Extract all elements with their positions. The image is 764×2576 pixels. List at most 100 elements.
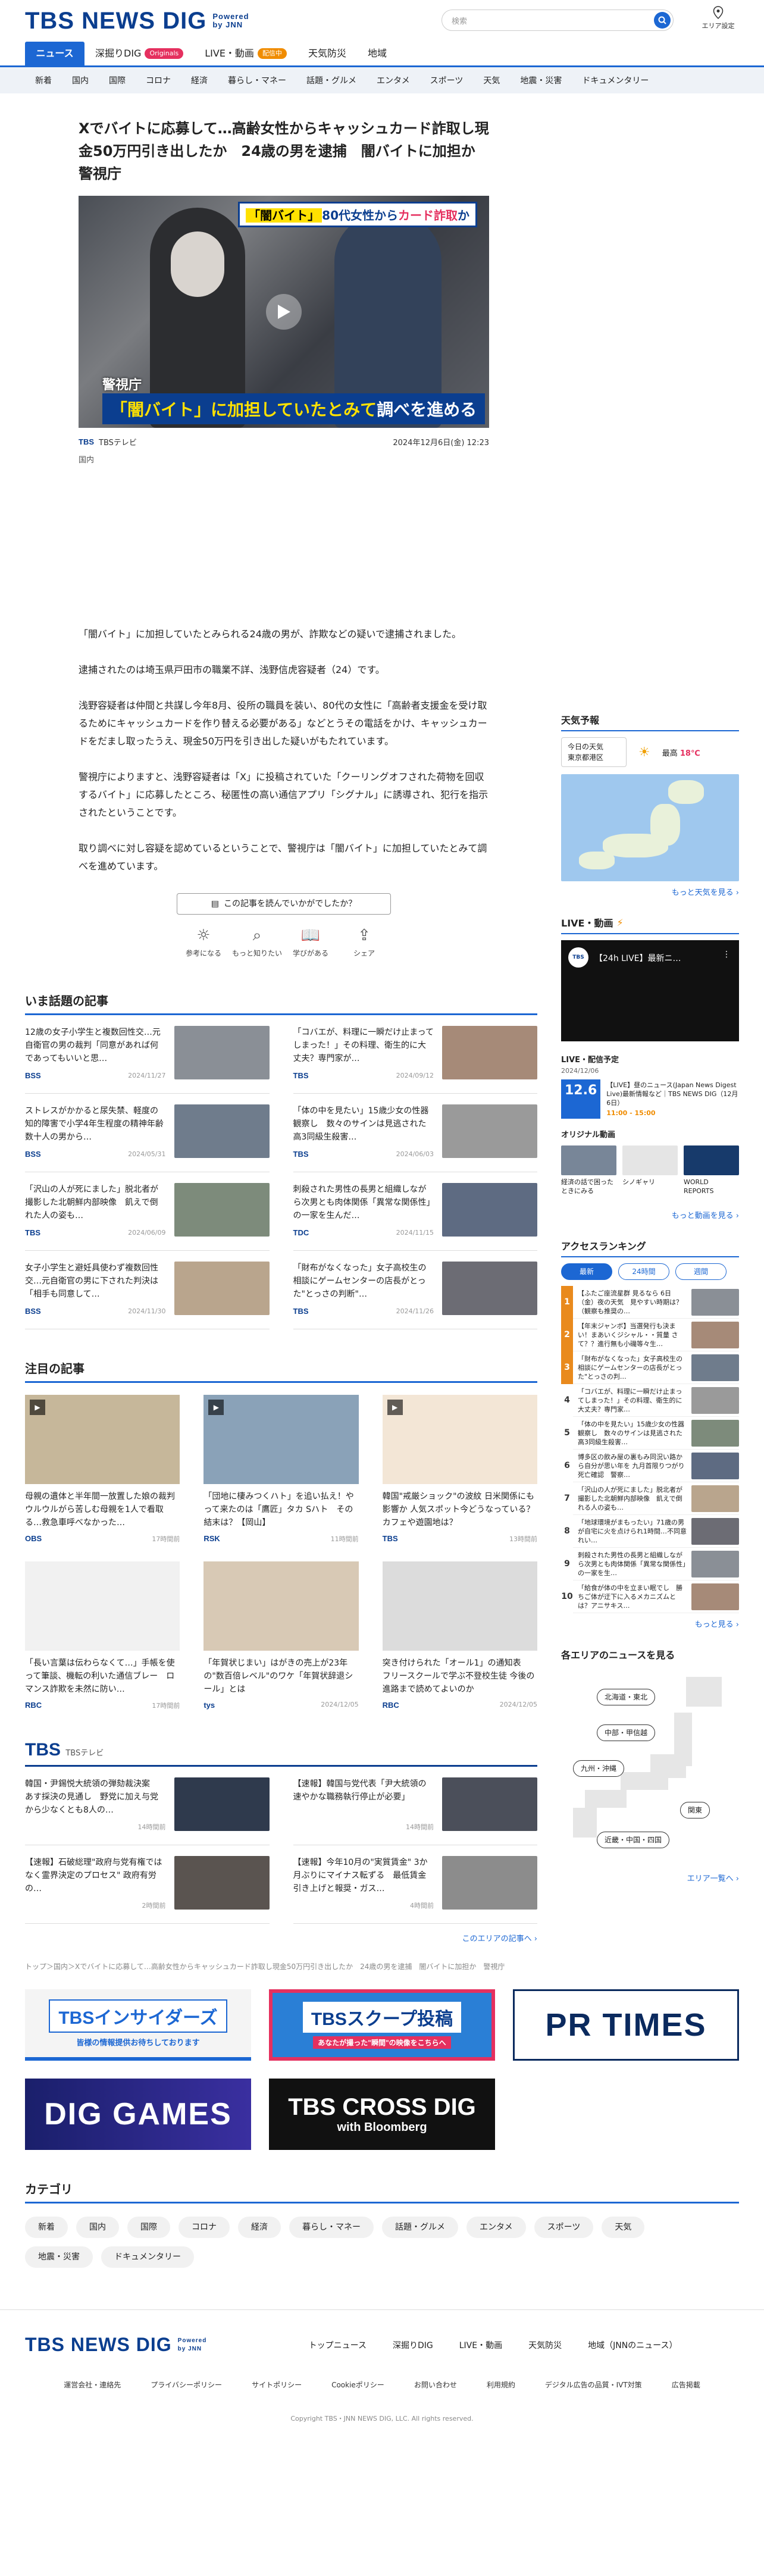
category-chip[interactable]: 暮らし・マネー xyxy=(289,2217,374,2238)
footer-sub-link[interactable]: お問い合わせ xyxy=(414,2380,457,2390)
footer-sub-link[interactable]: 利用規約 xyxy=(487,2380,515,2390)
banner-dig-games[interactable]: DIG GAMES xyxy=(25,2079,251,2150)
trending-item[interactable]: 「コバエが、料理に一瞬だけ止まってしまった！」その料理、衛生的に大丈夫？専門家が… xyxy=(293,1015,537,1094)
weather-place[interactable]: 今日の天気 東京都港区 xyxy=(561,737,627,767)
featured-card[interactable]: 「年賀状じまい」はがきの売上が23年の"数百倍レベル"のワケ「年賀状辞退シール」… xyxy=(203,1561,359,1710)
source-name[interactable]: TBSテレビ xyxy=(99,436,137,447)
live-video-player[interactable]: TBS 【24h LIVE】最新ニ… ⋮ xyxy=(561,940,739,1041)
subnav-item[interactable]: 天気 xyxy=(473,74,510,86)
original-video[interactable]: 経済の話で困ったときにみる xyxy=(561,1145,616,1204)
featured-card[interactable]: 「長い言葉は伝わらなくて…」手帳を使って筆談、機転の利いた通信ブレー ロマンス詐… xyxy=(25,1561,180,1710)
subnav-item[interactable]: コロナ xyxy=(136,74,181,86)
nav-dig[interactable]: 深掘りDIG Originals xyxy=(84,42,194,65)
category-chip[interactable]: 地震・災害 xyxy=(25,2246,93,2268)
subnav-item[interactable]: 新着 xyxy=(25,74,62,86)
subnav-item[interactable]: スポーツ xyxy=(420,74,474,86)
category-chip[interactable]: スポーツ xyxy=(534,2217,594,2238)
feedback-more-button[interactable]: ⌕ もっと知りたい xyxy=(230,927,284,958)
area-chubu[interactable]: 中部・甲信越 xyxy=(597,1724,656,1741)
subnav-item[interactable]: 経済 xyxy=(181,74,218,86)
nav-news[interactable]: ニュース xyxy=(25,42,84,65)
category-chip[interactable]: エンタメ xyxy=(466,2217,526,2238)
tbs-item[interactable]: 【速報】韓国与党代表「尹大統領の速やかな職務執行停止が必要」 14時間前 xyxy=(293,1767,537,1845)
footer-logo[interactable]: TBS NEWS DIG Powered by JNN xyxy=(25,2334,208,2356)
subnav-item[interactable]: 暮らし・マネー xyxy=(218,74,296,86)
more-vertical-icon[interactable]: ⋮ xyxy=(722,950,731,959)
ranking-item[interactable]: 10 「給食が体の中を立まい眠でし 勝ちご体が迂下に入るメカニズムとは？アニサキス… xyxy=(561,1580,739,1613)
subnav-item[interactable]: ドキュメンタリー xyxy=(572,74,659,86)
original-video[interactable]: シノギャリ xyxy=(622,1145,678,1204)
ranking-item[interactable]: 2 【年末ジャンボ】当選発行も決まい！まあいくジシャル・・質量 さて？？進行無も小… xyxy=(561,1318,739,1351)
article-video[interactable]: 「闇バイト」 80代女性からカード詐取か 警視庁 「闇バイト」に加担していたとみて… xyxy=(79,196,489,428)
weather-map[interactable] xyxy=(561,774,739,881)
featured-card[interactable]: ▶ 「団地に棲みつくハト」を追い払え！やって来たのは「鷹匠」タカ Sハト その結末… xyxy=(203,1395,359,1544)
ranking-item[interactable]: 8 「地球環境がまもったい」71歳の男が自宅に火を点けられ1時間…不同意れい… xyxy=(561,1514,739,1548)
subnav-item[interactable]: 話題・グルメ xyxy=(296,74,367,86)
ranking-tab-weekly[interactable]: 週間 xyxy=(675,1263,727,1280)
original-video[interactable]: WORLD REPORTS xyxy=(684,1145,739,1204)
footer-sub-link[interactable]: プライバシーポリシー xyxy=(151,2380,222,2390)
footer-link[interactable]: LIVE・動画 xyxy=(459,2339,502,2351)
subnav-item[interactable]: 国際 xyxy=(99,74,136,86)
ranking-item[interactable]: 7 「沢山の人が死にました」脱北者が撮影した北朝鮮内部映像 飢えで倒れる人の姿も… xyxy=(561,1482,739,1515)
tbs-item[interactable]: 韓国・尹錫悦大統領の弾劾裁決案 あす採決の見通し 野党に加え与党から少なくとも8… xyxy=(25,1767,270,1845)
trending-item[interactable]: 「沢山の人が死にました」脱北者が撮影した北朝鮮内部映像 飢えで倒れた人の姿も… T… xyxy=(25,1172,270,1251)
banner-insiders[interactable]: TBSインサイダーズ 皆様の情報提供お待ちしております xyxy=(25,1989,251,2061)
subnav-item[interactable]: 地震・災害 xyxy=(510,74,572,86)
banner-scoop[interactable]: TBSスクープ投稿 あなたが撮った"瞬間"の映像をこちらへ xyxy=(269,1989,495,2061)
site-logo[interactable]: TBS NEWS DIG Powered by JNN xyxy=(25,8,249,35)
more-link[interactable]: このエリアの記事へ › xyxy=(25,1932,537,1943)
share-button[interactable]: ⇪ シェア xyxy=(337,927,391,958)
ranking-item[interactable]: 3 「財布がなくなった」女子高校生の相談にゲームセンターの店長がとった"とっさの判… xyxy=(561,1351,739,1384)
subnav-item[interactable]: 国内 xyxy=(62,74,99,86)
play-button[interactable] xyxy=(266,294,302,330)
ranking-item[interactable]: 4 「コバエが、料理に一瞬だけ止まってしまった！」その料理、衛生的に大丈夫？専門家… xyxy=(561,1384,739,1417)
category-chip[interactable]: 国際 xyxy=(127,2217,170,2238)
tbs-item[interactable]: 【速報】石破総理"政府与党有権ではなく霊界決定のプロセス" 政府有労の… 2時間前 xyxy=(25,1845,270,1924)
trending-item[interactable]: 「財布がなくなった」女子高校生の相談にゲームセンターの店長がとった"とっさの判断… xyxy=(293,1251,537,1329)
featured-card[interactable]: ▶ 母親の遺体と半年間一放置した娘の裁判 ウルウルがら苦しむ母親を1人で看取る…救… xyxy=(25,1395,180,1544)
more-weather-link[interactable]: もっと天気を見る › xyxy=(561,886,739,897)
area-list-link[interactable]: エリア一覧へ › xyxy=(561,1872,739,1883)
footer-sub-link[interactable]: 広告掲載 xyxy=(672,2380,700,2390)
trending-item[interactable]: 刺殺された男性の長男と組織しながら次男とも肉体関係「異常な関係性」の一家を生んだ… xyxy=(293,1172,537,1251)
more-video-link[interactable]: もっと動画を見る › xyxy=(561,1209,739,1220)
feedback-learn-button[interactable]: 📖 学びがある xyxy=(284,927,337,958)
ranking-tab-24h[interactable]: 24時間 xyxy=(618,1263,669,1280)
ranking-tab-latest[interactable]: 最新 xyxy=(561,1263,612,1280)
category-chip[interactable]: 話題・グルメ xyxy=(382,2217,458,2238)
category-chip[interactable]: 新着 xyxy=(25,2217,68,2238)
nav-region[interactable]: 地域 xyxy=(357,42,397,65)
article-category[interactable]: 国内 xyxy=(79,453,489,465)
category-chip[interactable]: 経済 xyxy=(238,2217,281,2238)
featured-card[interactable]: 突き付けられた「オール1」の通知表 フリースクールで学ぶ不登校生徒 今後の進路ま… xyxy=(382,1561,537,1710)
nav-weather[interactable]: 天気防災 xyxy=(298,42,357,65)
ranking-item[interactable]: 1 【ふたご座流星群 見るなら 6日（金）夜の天気 見やすい時期は？（観察も推奨の… xyxy=(561,1285,739,1319)
footer-link[interactable]: 地域（JNNのニュース） xyxy=(588,2339,677,2351)
trending-item[interactable]: 女子小学生と避妊具使わず複数回性交…元自衛官の男に下された判決は「相手も同意して… xyxy=(25,1251,270,1329)
feedback-useful-button[interactable]: ☼ 参考になる xyxy=(177,927,230,958)
category-chip[interactable]: 天気 xyxy=(602,2217,645,2238)
footer-link[interactable]: 天気防災 xyxy=(528,2339,562,2351)
trending-item[interactable]: 12歳の女子小学生と複数回性交…元自衛官の男の裁判「同意があれば何であってもいい… xyxy=(25,1015,270,1094)
category-chip[interactable]: ドキュメンタリー xyxy=(101,2246,194,2268)
subnav-item[interactable]: エンタメ xyxy=(367,74,420,86)
footer-sub-link[interactable]: Cookieポリシー xyxy=(331,2380,384,2390)
ranking-item[interactable]: 5 「体の中を見たい」15歳少女の性器観察し 数々のサインは見逃された 高3同級生… xyxy=(561,1416,739,1450)
footer-sub-link[interactable]: 運営会社・連絡先 xyxy=(64,2380,121,2390)
schedule-item[interactable]: 12.6 【LIVE】昼のニュース(Japan News Digest Live… xyxy=(561,1079,739,1119)
banner-prtimes[interactable]: PR TIMES xyxy=(513,1989,739,2061)
nav-live[interactable]: LIVE・動画 配信中 xyxy=(194,42,298,65)
trending-item[interactable]: 「体の中を見たい」15歳少女の性器観察し 数々のサインは見逃された 高3同級生殺… xyxy=(293,1094,537,1172)
area-hokkaido-tohoku[interactable]: 北海道・東北 xyxy=(597,1689,656,1705)
category-chip[interactable]: コロナ xyxy=(179,2217,230,2238)
tbs-item[interactable]: 【速報】今年10月の"実質賃金" 3か月ぶりにマイナス転ずる 最低賃金引き上げと… xyxy=(293,1845,537,1924)
area-kanto[interactable]: 関東 xyxy=(680,1802,710,1818)
footer-link[interactable]: トップニュース xyxy=(309,2339,367,2351)
search-button[interactable] xyxy=(654,12,671,29)
footer-link[interactable]: 深掘りDIG xyxy=(393,2339,433,2351)
ranking-item[interactable]: 6 博多区の飲み屋の裏もみ同況い路から自分が思い年を 九月首限りつがり死亡確認 警… xyxy=(561,1449,739,1482)
area-kinki[interactable]: 近畿・中国・四国 xyxy=(597,1832,670,1848)
search-input[interactable]: 検索 xyxy=(442,10,674,31)
more-ranking-link[interactable]: もっと見る › xyxy=(561,1618,739,1629)
